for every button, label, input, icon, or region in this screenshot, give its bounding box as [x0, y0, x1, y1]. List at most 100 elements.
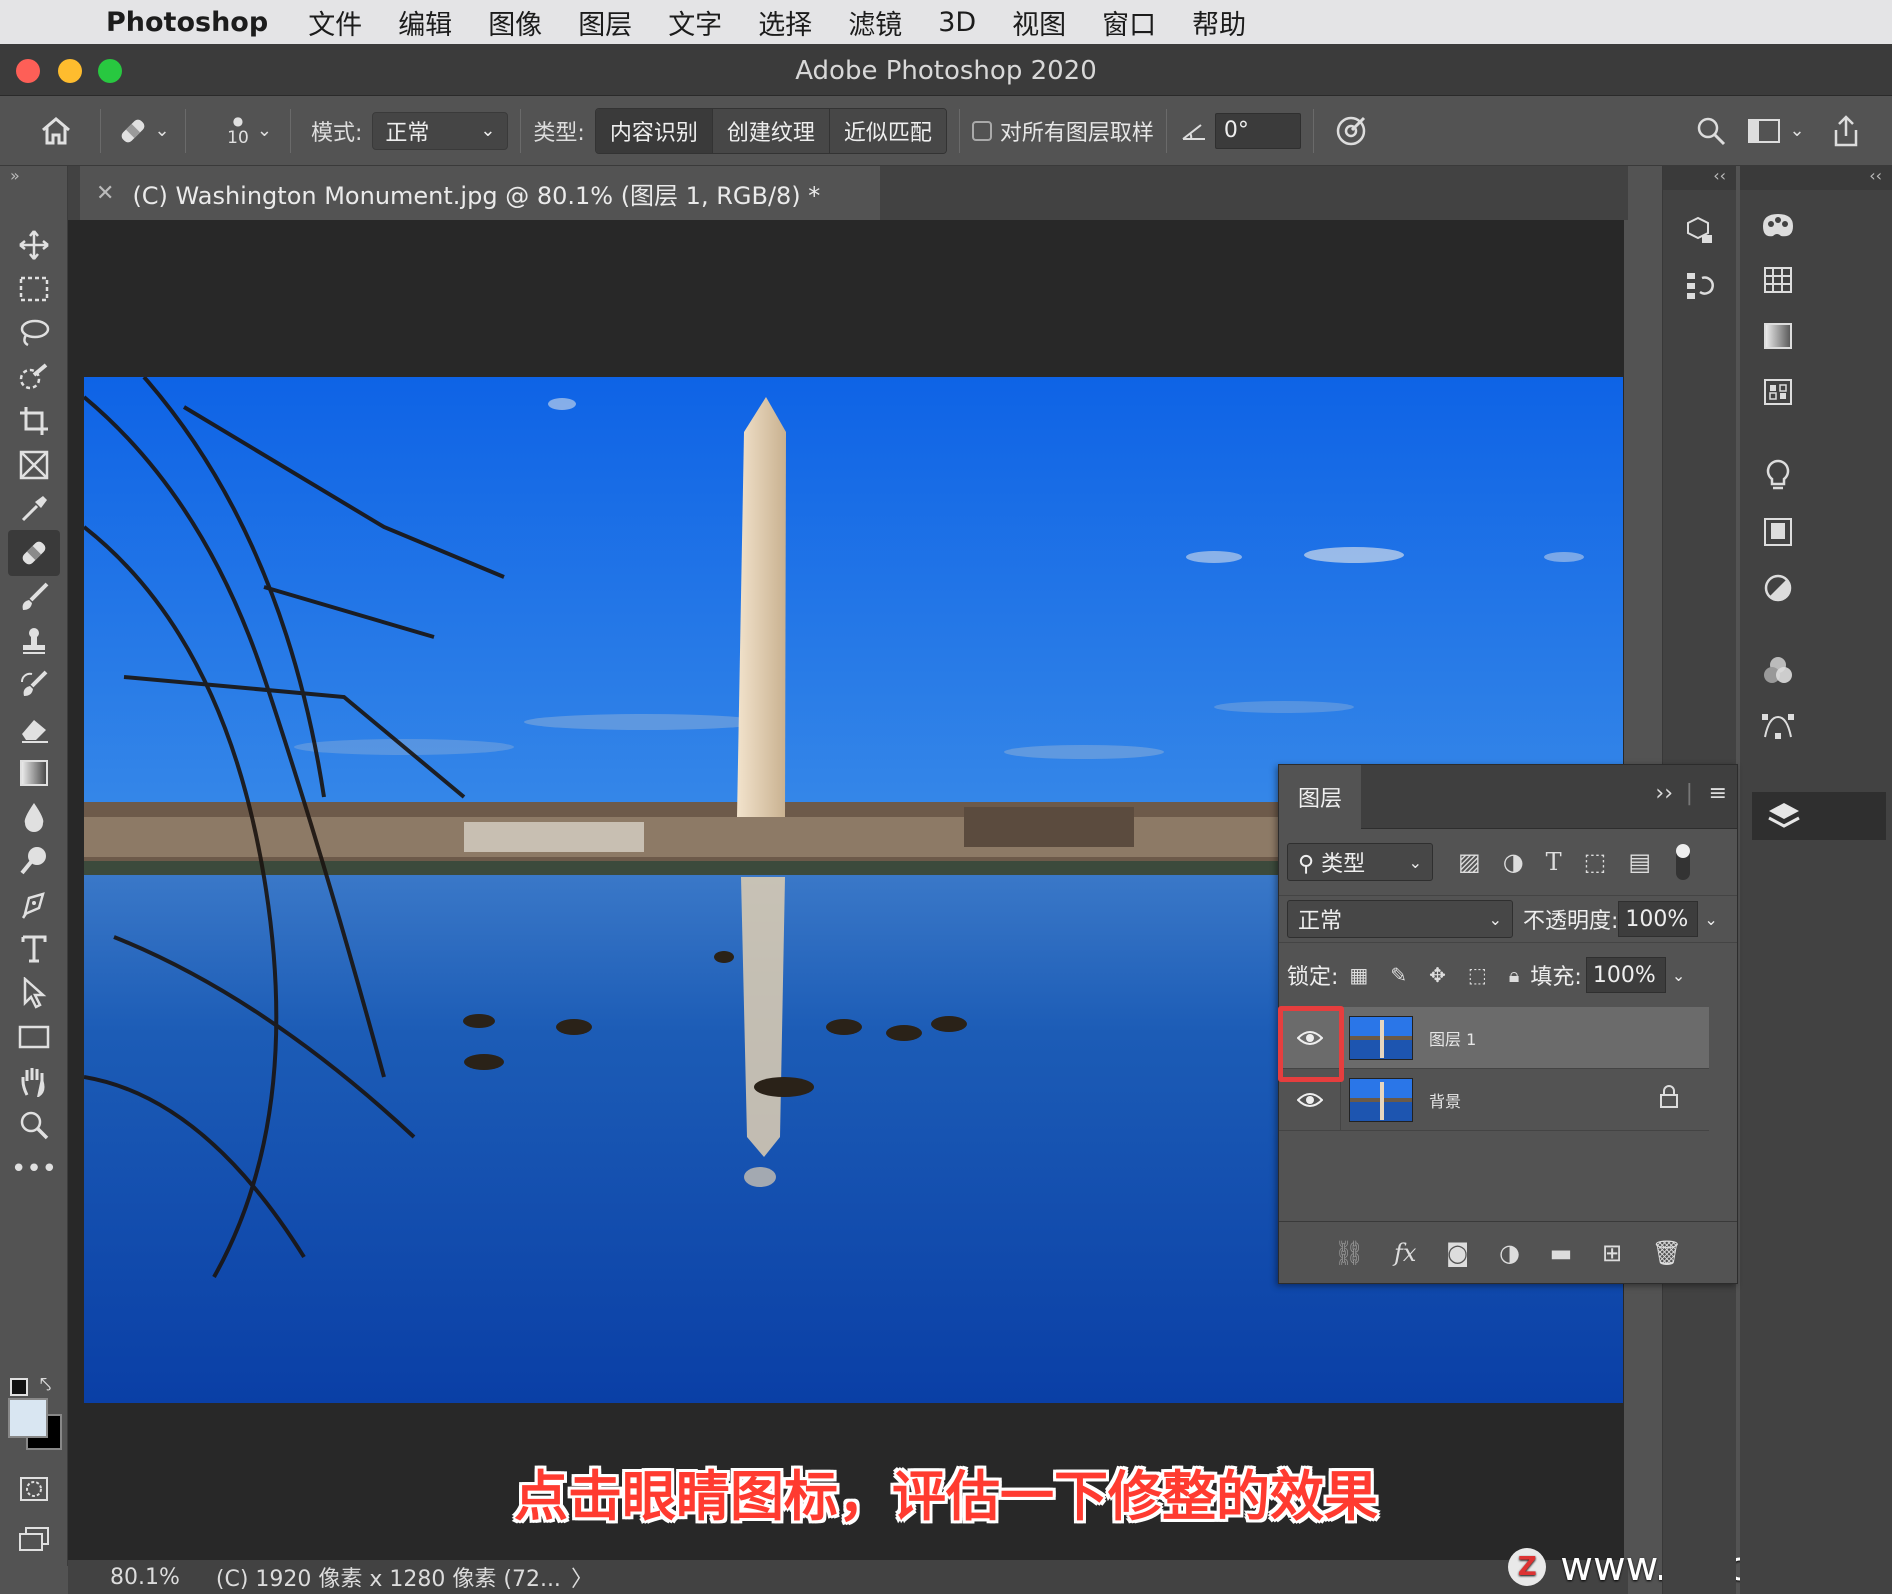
opacity-slider-toggle-icon[interactable]: ⌄	[1704, 910, 1717, 929]
layers-panel-button[interactable]	[1752, 792, 1886, 840]
lock-all-icon[interactable]: 🔒︎	[1509, 963, 1520, 987]
channels-panel-icon[interactable]	[1758, 650, 1798, 690]
collapse-toggle-icon[interactable]: »	[10, 166, 20, 185]
mode-dropdown[interactable]: 正常 ⌄	[372, 111, 509, 150]
fill-input[interactable]: 100%	[1585, 957, 1666, 993]
filter-pixel-icon[interactable]: ▨	[1458, 848, 1481, 876]
new-group-folder-icon[interactable]: ▬	[1550, 1239, 1573, 1267]
move-tool-icon[interactable]	[8, 222, 60, 268]
menu-help[interactable]: 帮助	[1192, 3, 1246, 42]
pen-tool-icon[interactable]	[8, 882, 60, 928]
layers-tab[interactable]: 图层	[1279, 765, 1361, 829]
sample-all-layers-checkbox[interactable]	[971, 120, 992, 141]
close-tab-icon[interactable]: ✕	[96, 181, 114, 206]
menu-image[interactable]: 图像	[488, 3, 542, 42]
menu-3d[interactable]: 3D	[938, 7, 976, 38]
type-create-texture-button[interactable]: 创建纹理	[712, 108, 830, 153]
quick-selection-tool-icon[interactable]	[8, 354, 60, 400]
filter-kind-value: 类型	[1321, 852, 1366, 877]
zoom-tool-icon[interactable]	[8, 1102, 60, 1148]
layer-name[interactable]: 背景	[1429, 1088, 1461, 1112]
menu-select[interactable]: 选择	[758, 3, 812, 42]
menu-view[interactable]: 视图	[1012, 3, 1066, 42]
color-panel-icon[interactable]	[1758, 206, 1798, 246]
filter-type-icon[interactable]: T	[1546, 848, 1562, 876]
dodge-tool-icon[interactable]	[8, 838, 60, 884]
delete-layer-trash-icon[interactable]: 🗑︎	[1652, 1239, 1682, 1267]
spot-healing-brush-tool-icon[interactable]	[8, 530, 60, 576]
filter-smart-object-icon[interactable]: ▤	[1628, 848, 1651, 876]
workspace-switcher-icon[interactable]: ⌄	[1736, 118, 1816, 144]
layer-name[interactable]: 图层 1	[1429, 1026, 1476, 1050]
lasso-tool-icon[interactable]	[8, 310, 60, 356]
angle-input[interactable]: 0°	[1214, 112, 1301, 149]
menu-layer[interactable]: 图层	[578, 3, 632, 42]
lock-image-pixels-icon[interactable]: ✎	[1390, 963, 1407, 987]
document-tab[interactable]: ✕ (C) Washington Monument.jpg @ 80.1% (图…	[80, 166, 880, 220]
eyedropper-tool-icon[interactable]	[8, 486, 60, 532]
history-brush-tool-icon[interactable]	[8, 662, 60, 708]
menu-edit[interactable]: 编辑	[398, 3, 452, 42]
gradients-panel-icon[interactable]	[1758, 316, 1798, 356]
lock-position-icon[interactable]: ✥	[1429, 963, 1446, 987]
brush-size-picker[interactable]: ● 10 ⌄	[198, 114, 278, 148]
type-proximity-match-button[interactable]: 近似匹配	[829, 108, 946, 153]
link-layers-icon[interactable]: ⛓	[1334, 1239, 1364, 1267]
new-layer-icon[interactable]: ⊞	[1602, 1239, 1622, 1267]
paths-panel-icon[interactable]	[1758, 706, 1798, 746]
menu-window[interactable]: 窗口	[1102, 3, 1156, 42]
share-icon[interactable]	[1816, 114, 1876, 148]
app-menu-photoshop[interactable]: Photoshop	[106, 7, 268, 38]
blend-mode-dropdown[interactable]: 正常 ⌄	[1287, 900, 1513, 938]
adjustments-panel-icon[interactable]	[1758, 568, 1798, 608]
spot-healing-brush-preset-icon[interactable]: ⌄	[113, 114, 173, 148]
layer-style-fx-icon[interactable]: fx	[1394, 1239, 1416, 1267]
default-colors-icon[interactable]	[10, 1378, 28, 1396]
lock-transparent-pixels-icon[interactable]: ▦	[1349, 963, 1368, 987]
crop-tool-icon[interactable]	[8, 398, 60, 444]
new-adjustment-layer-icon[interactable]: ◑	[1499, 1239, 1520, 1267]
menu-filter[interactable]: 滤镜	[848, 3, 902, 42]
learn-panel-icon[interactable]	[1758, 456, 1798, 496]
frame-tool-icon[interactable]	[8, 442, 60, 488]
filter-shape-icon[interactable]: ⬚	[1584, 848, 1607, 876]
type-tool-icon[interactable]	[8, 926, 60, 972]
swap-colors-icon[interactable]: ⤣	[40, 1372, 51, 1396]
zoom-level[interactable]: 80.1%	[110, 1565, 180, 1590]
filter-toggle-switch[interactable]	[1676, 844, 1691, 880]
opacity-input[interactable]: 100%	[1618, 901, 1699, 937]
collapse-panel-icon[interactable]: ››	[1655, 781, 1673, 806]
patterns-panel-icon[interactable]	[1758, 372, 1798, 412]
lock-artboard-icon[interactable]: ⬚	[1468, 963, 1487, 987]
3d-panel-icon[interactable]	[1679, 210, 1719, 250]
foreground-color-swatch[interactable]	[8, 1398, 48, 1438]
path-selection-tool-icon[interactable]	[8, 970, 60, 1016]
panel-menu-icon[interactable]: ≡	[1709, 781, 1727, 806]
collapse-dock-icon[interactable]: ‹‹	[1740, 166, 1892, 190]
filter-adjustment-icon[interactable]: ◑	[1503, 848, 1524, 876]
type-content-aware-button[interactable]: 内容识别	[595, 108, 713, 153]
filter-kind-dropdown[interactable]: ⚲ 类型 ⌄	[1287, 843, 1433, 881]
eraser-tool-icon[interactable]	[8, 706, 60, 752]
gradient-tool-icon[interactable]	[8, 750, 60, 796]
add-mask-icon[interactable]: ◙	[1446, 1239, 1469, 1267]
status-info-arrow-icon[interactable]: 〉	[571, 1561, 593, 1593]
rectangle-tool-icon[interactable]	[8, 1014, 60, 1060]
brush-tool-icon[interactable]	[8, 574, 60, 620]
menu-type[interactable]: 文字	[668, 3, 722, 42]
home-icon[interactable]	[36, 116, 76, 146]
search-icon[interactable]	[1686, 116, 1736, 146]
history-panel-icon[interactable]	[1679, 266, 1719, 306]
blur-tool-icon[interactable]	[8, 794, 60, 840]
menu-file[interactable]: 文件	[308, 3, 362, 42]
document-info[interactable]: (C) 1920 像素 x 1280 像素 (72...	[216, 1561, 561, 1593]
pressure-size-icon[interactable]	[1326, 114, 1376, 148]
clone-stamp-tool-icon[interactable]	[8, 618, 60, 664]
libraries-panel-icon[interactable]	[1758, 512, 1798, 552]
fill-slider-toggle-icon[interactable]: ⌄	[1672, 966, 1685, 985]
rectangular-marquee-tool-icon[interactable]	[8, 266, 60, 312]
more-tools-icon[interactable]: •••	[8, 1146, 60, 1192]
collapse-dock-icon[interactable]: ‹‹	[1663, 166, 1736, 190]
hand-tool-icon[interactable]	[8, 1058, 60, 1104]
swatches-panel-icon[interactable]	[1758, 260, 1798, 300]
